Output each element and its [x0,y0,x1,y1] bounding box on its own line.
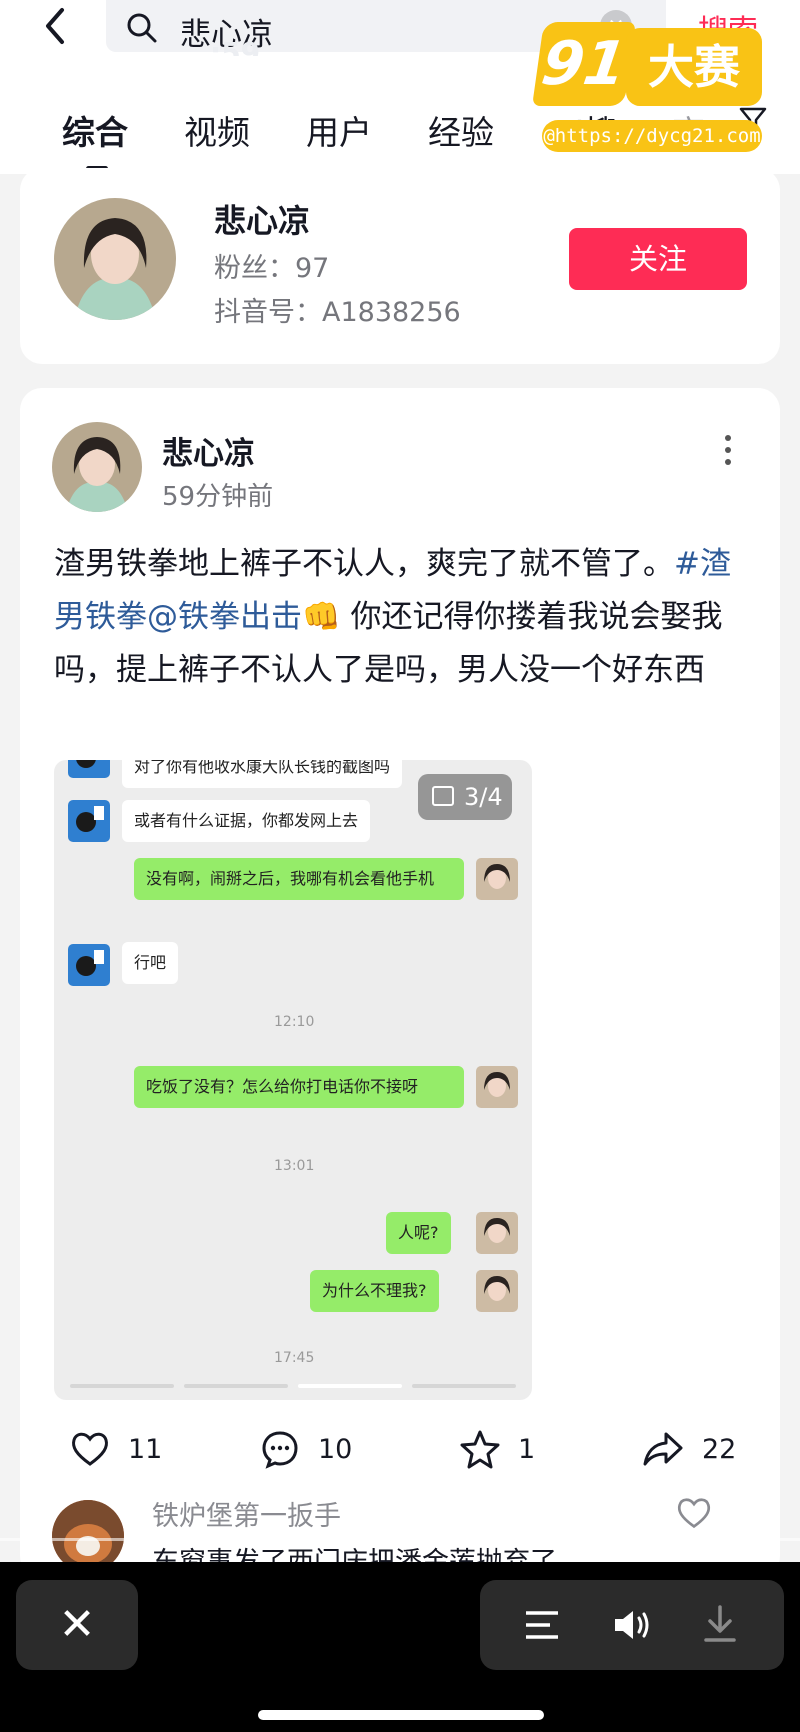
carousel-dot [184,1384,288,1388]
chat-avatar-other [68,760,110,778]
image-counter: 3/4 [418,774,512,820]
post-image-carousel[interactable]: 3/4 对了你有他收水康大队长钱的截图吗 或者有什么证据，你都发网上去 没有啊，… [54,760,532,1400]
watermark-text: 大赛 [626,28,762,106]
comment-button[interactable]: 10 [260,1428,352,1470]
commenter-name[interactable]: 铁炉堡第一扳手 [152,1494,341,1533]
more-options-icon[interactable] [722,432,734,472]
post-time: 59分钟前 [162,482,274,512]
back-arrow-icon[interactable] [38,6,78,46]
chat-message: 行吧 [122,942,179,984]
volume-icon[interactable] [612,1608,652,1642]
heart-icon [72,1432,108,1466]
carousel-dot-active [298,1384,402,1388]
chat-timestamp: 12:10 [274,1014,315,1030]
share-icon [643,1432,683,1466]
post-author-avatar[interactable] [52,422,142,512]
chat-avatar-self [476,1066,518,1108]
close-button[interactable]: ✕ [16,1580,138,1670]
download-icon[interactable] [702,1604,738,1644]
tab-experience[interactable]: 经验 [428,106,494,154]
chat-message: 没有啊，闹掰之后，我哪有机会看他手机 [134,858,464,900]
gallery-icon [432,786,454,806]
watermark-url: @https://dycg21.com [542,120,762,152]
tab-users[interactable]: 用户 [306,106,372,154]
favorite-count: 1 [518,1433,536,1465]
share-button[interactable]: 22 [642,1428,736,1470]
like-count: 11 [128,1433,163,1465]
like-button[interactable]: 11 [70,1428,162,1470]
chat-timestamp: 17:45 [274,1350,315,1366]
watermark-number: 91 [532,22,636,106]
user-douyin-id: 抖音号：A1838256 [214,297,461,328]
video-progress-line [0,1538,800,1541]
post-actions: 11 10 1 22 [20,1418,780,1478]
chat-message: 吃饭了没有？怎么给你打电话你不接呀 [134,1066,464,1108]
chat-message: 为什么不理我? [310,1270,439,1312]
user-name: 悲心凉 [214,202,311,240]
chat-avatar-self [476,858,518,900]
user-result-card[interactable]: 悲心凉 粉丝：97 抖音号：A1838256 关注 [20,168,780,364]
chat-message: 人呢? [386,1212,451,1254]
user-avatar[interactable] [54,198,176,320]
carousel-dot [70,1384,174,1388]
user-fans-count: 粉丝：97 [214,253,330,284]
chat-avatar-other [68,944,110,986]
comment-icon [262,1431,298,1469]
chat-message-cut: 对了你有他收水康大队长钱的截图吗 [122,760,403,788]
post-author-name[interactable]: 悲心凉 [162,428,255,473]
image-counter-text: 3/4 [464,783,503,811]
screen: 悲心凉 :59 ✕ 搜索 综合 视频 用户 经验 AI搜 商 91 大赛 @ht… [0,0,800,1732]
chat-avatar-other [68,800,110,842]
heart-icon [677,1498,711,1529]
favorite-button[interactable]: 1 [460,1428,535,1470]
chat-avatar-self [476,1212,518,1254]
follow-button[interactable]: 关注 [569,228,747,290]
star-icon [460,1430,500,1469]
post-card: 悲心凉 59分钟前 渣男铁拳地上裤子不认人，爽完了就不管了。#渣男铁拳@铁拳出击… [20,388,780,1578]
carousel-indicator [70,1384,516,1388]
chat-timestamp: 13:01 [274,1158,315,1174]
home-indicator [258,1710,544,1720]
comment-like-button[interactable] [676,1496,712,1534]
tab-comprehensive[interactable]: 综合 [62,106,128,154]
share-count: 22 [702,1433,737,1465]
menu-icon[interactable] [524,1608,560,1642]
tab-videos[interactable]: 视频 [184,106,250,154]
carousel-dot [412,1384,516,1388]
search-icon [127,13,157,43]
post-text-part-1: 渣男铁拳地上裤子不认人，爽完了就不管了。 [54,546,674,582]
chat-avatar-self [476,1270,518,1312]
post-text: 渣男铁拳地上裤子不认人，爽完了就不管了。#渣男铁拳@铁拳出击👊 你还记得你搂着我… [54,538,754,697]
comment-count: 10 [318,1433,353,1465]
watermark-logo: 91 大赛 @https://dycg21.com [532,22,768,152]
chat-message: 或者有什么证据，你都发网上去 [122,800,371,842]
player-overlay: ✕ [0,1562,800,1732]
player-controls [480,1580,784,1670]
